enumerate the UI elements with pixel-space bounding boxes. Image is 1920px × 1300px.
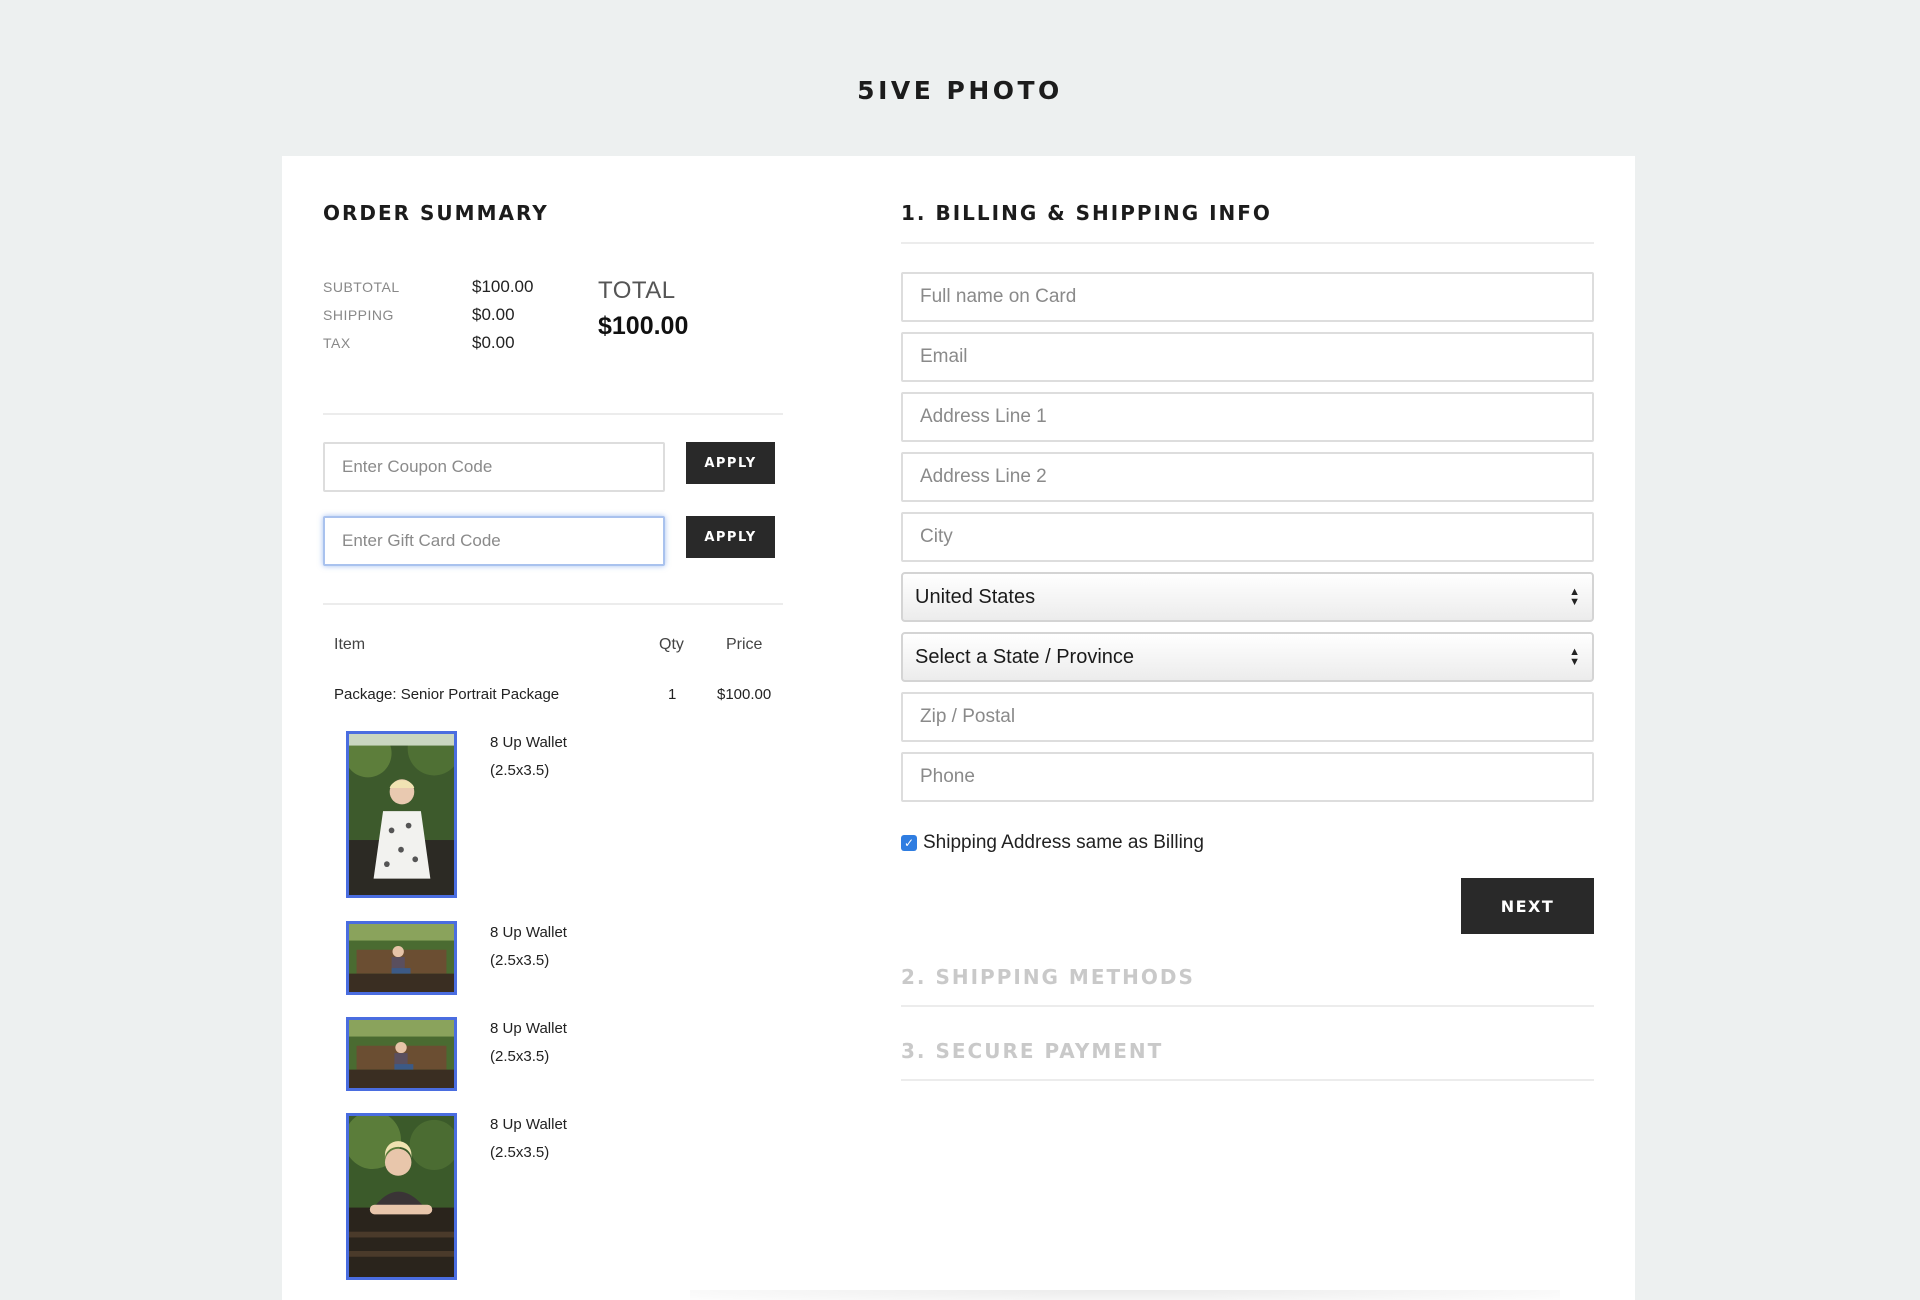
email-input[interactable] <box>901 332 1594 382</box>
tax-label: TAX <box>323 335 351 351</box>
same-address-checkbox[interactable]: ✓ <box>901 835 917 851</box>
summary-divider <box>323 413 783 415</box>
modal-edge-shadow <box>690 1290 1560 1300</box>
shipping-value: $0.00 <box>472 305 515 324</box>
state-select[interactable]: Select a State / Province ▲ ▼ <box>901 632 1594 682</box>
step-secure-payment[interactable]: 3. SECURE PAYMENT <box>901 1039 1163 1063</box>
secure-payment-divider <box>901 1079 1594 1081</box>
country-select-value: United States <box>915 585 1036 608</box>
brand-logo: 5IVE PHOTO <box>857 76 1063 105</box>
photo-product: 8 Up Wallet <box>490 1116 567 1133</box>
total-label: TOTAL <box>598 277 676 304</box>
address-line-1-input[interactable] <box>901 392 1594 442</box>
photo-thumbnail[interactable] <box>346 1017 457 1091</box>
portrait-photo-icon <box>349 924 454 992</box>
photo-product: 8 Up Wallet <box>490 924 567 941</box>
portrait-photo-icon <box>349 734 454 895</box>
checkmark-icon: ✓ <box>903 836 915 850</box>
photo-size: (2.5x3.5) <box>490 762 550 779</box>
country-select[interactable]: United States ▲ ▼ <box>901 572 1594 622</box>
photo-size: (2.5x3.5) <box>490 1048 550 1065</box>
qty-column-header: Qty <box>659 636 684 653</box>
address-line-2-input[interactable] <box>901 452 1594 502</box>
package-name: Package: Senior Portrait Package <box>334 686 560 703</box>
total-value: $100.00 <box>598 312 689 340</box>
apply-coupon-button[interactable]: APPLY <box>686 442 775 484</box>
photo-size: (2.5x3.5) <box>490 1144 550 1161</box>
photo-product: 8 Up Wallet <box>490 734 567 751</box>
photo-label: 8 Up Wallet (2.5x3.5) <box>490 1015 567 1071</box>
next-button[interactable]: NEXT <box>1461 878 1594 934</box>
same-address-label[interactable]: Shipping Address same as Billing <box>923 832 1204 854</box>
portrait-photo-icon <box>349 1020 454 1088</box>
photo-label: 8 Up Wallet (2.5x3.5) <box>490 919 567 975</box>
phone-input[interactable] <box>901 752 1594 802</box>
package-price: $100.00 <box>717 686 772 703</box>
coupon-code-input[interactable] <box>323 442 665 492</box>
select-arrows-icon: ▲ ▼ <box>1569 586 1580 608</box>
apply-gift-card-button[interactable]: APPLY <box>686 516 775 558</box>
photo-label: 8 Up Wallet (2.5x3.5) <box>490 729 567 785</box>
zip-input[interactable] <box>901 692 1594 742</box>
billing-divider <box>901 242 1594 244</box>
portrait-photo-icon <box>349 1116 454 1277</box>
shipping-methods-divider <box>901 1005 1594 1007</box>
tax-value: $0.00 <box>472 333 515 352</box>
shipping-label: SHIPPING <box>323 307 394 323</box>
state-select-value: Select a State / Province <box>915 645 1135 668</box>
photo-product: 8 Up Wallet <box>490 1020 567 1037</box>
step-shipping-methods[interactable]: 2. SHIPPING METHODS <box>901 965 1195 989</box>
item-column-header: Item <box>334 636 366 653</box>
subtotal-value: $100.00 <box>472 277 534 296</box>
photo-size: (2.5x3.5) <box>490 952 550 969</box>
price-column-header: Price <box>726 636 763 653</box>
photo-thumbnail[interactable] <box>346 731 457 898</box>
select-arrows-icon: ▲ ▼ <box>1569 646 1580 668</box>
gift-card-input[interactable] <box>323 516 665 566</box>
photo-thumbnail[interactable] <box>346 1113 457 1280</box>
photo-thumbnail[interactable] <box>346 921 457 995</box>
city-input[interactable] <box>901 512 1594 562</box>
subtotal-label: SUBTOTAL <box>323 279 400 295</box>
billing-title: 1. BILLING & SHIPPING INFO <box>901 201 1272 225</box>
same-address-row[interactable]: ✓ Shipping Address same as Billing <box>901 832 1204 854</box>
package-qty: 1 <box>668 686 677 703</box>
order-summary-title: ORDER SUMMARY <box>323 201 549 225</box>
codes-divider <box>323 603 783 605</box>
photo-label: 8 Up Wallet (2.5x3.5) <box>490 1111 567 1167</box>
full-name-input[interactable] <box>901 272 1594 322</box>
